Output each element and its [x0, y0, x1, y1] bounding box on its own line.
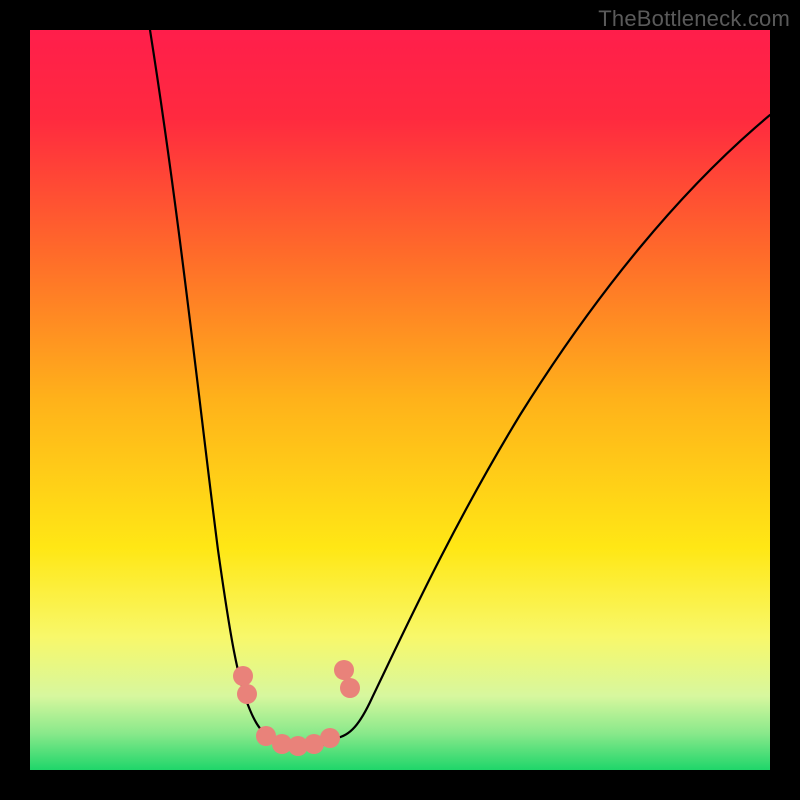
heat-background: [30, 30, 770, 770]
plot-frame: [30, 30, 770, 770]
marker-left: [233, 666, 253, 686]
watermark-text: TheBottleneck.com: [598, 6, 790, 32]
bottleneck-chart: [30, 30, 770, 770]
marker-right: [334, 660, 354, 680]
marker-left: [237, 684, 257, 704]
marker-bottom: [320, 728, 340, 748]
chart-stage: TheBottleneck.com: [0, 0, 800, 800]
marker-right: [340, 678, 360, 698]
